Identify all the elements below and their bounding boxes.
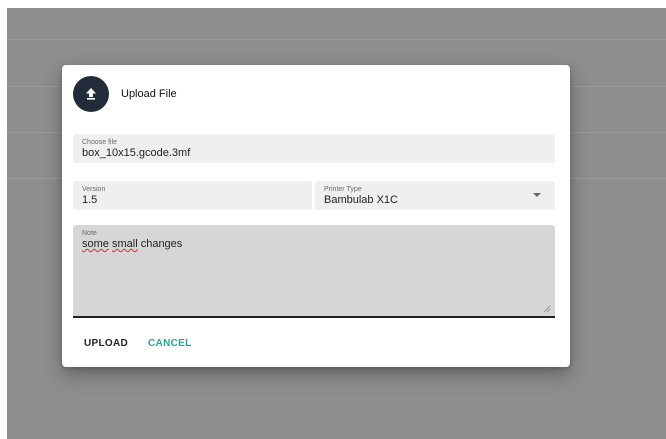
note-word-some: some (82, 238, 109, 250)
choose-file-value: box_10x15.gcode.3mf (82, 147, 191, 159)
note-value: some small changes (82, 238, 546, 251)
dialog-title: Upload File (121, 88, 177, 100)
note-textarea[interactable]: Note some small changes (73, 225, 555, 318)
choose-file-label: Choose file (82, 139, 118, 146)
chevron-down-icon[interactable] (533, 193, 541, 197)
cancel-button[interactable]: CANCEL (140, 336, 199, 351)
background-divider (7, 39, 666, 40)
upload-dialog: Upload File Choose file box_10x15.gcode.… (62, 65, 570, 367)
printer-type-label: Printer Type (324, 186, 362, 193)
version-value: 1.5 (82, 194, 98, 206)
dialog-actions: UPLOAD CANCEL (76, 336, 200, 351)
note-word-changes: changes (140, 238, 183, 250)
note-label: Note (82, 230, 97, 237)
resize-grip-icon[interactable] (543, 305, 551, 313)
printer-type-select[interactable]: Printer Type Bambulab X1C (315, 181, 555, 210)
choose-file-field[interactable]: Choose file box_10x15.gcode.3mf (73, 134, 555, 163)
upload-button[interactable]: UPLOAD (76, 336, 136, 351)
version-field[interactable]: Version 1.5 (73, 181, 312, 210)
upload-arrow-icon (73, 76, 109, 112)
version-label: Version (82, 186, 106, 193)
note-word-small: small (111, 238, 138, 250)
printer-type-value: Bambulab X1C (324, 194, 398, 206)
dialog-header: Upload File (73, 76, 177, 112)
